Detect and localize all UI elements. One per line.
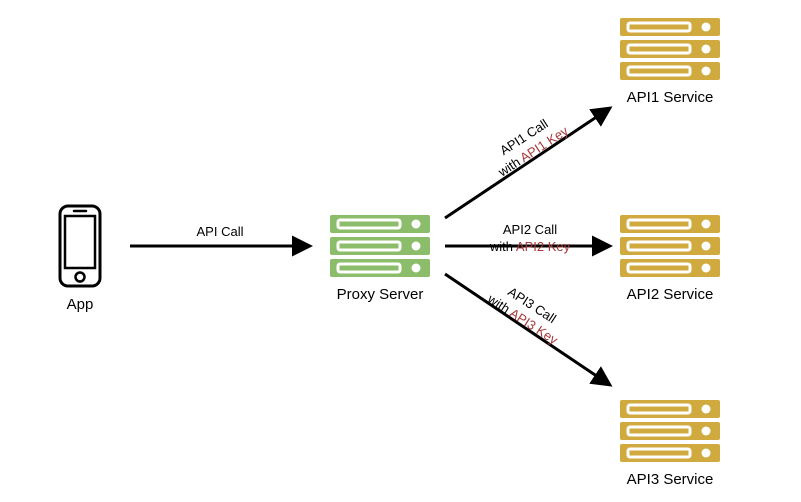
edge-label-proxy-api2: API2 Call with API2 Key [470, 222, 590, 256]
edge-text: API Call [197, 224, 244, 239]
diagram-canvas: App Proxy Server [0, 0, 801, 502]
arrows-layer [0, 0, 801, 502]
edge-text-line2-key: API2 Key [516, 239, 570, 254]
edge-text-line1: API2 Call [503, 222, 557, 237]
edge-text-line2-prefix: with [490, 239, 516, 254]
edge-label-app-proxy: API Call [180, 224, 260, 241]
